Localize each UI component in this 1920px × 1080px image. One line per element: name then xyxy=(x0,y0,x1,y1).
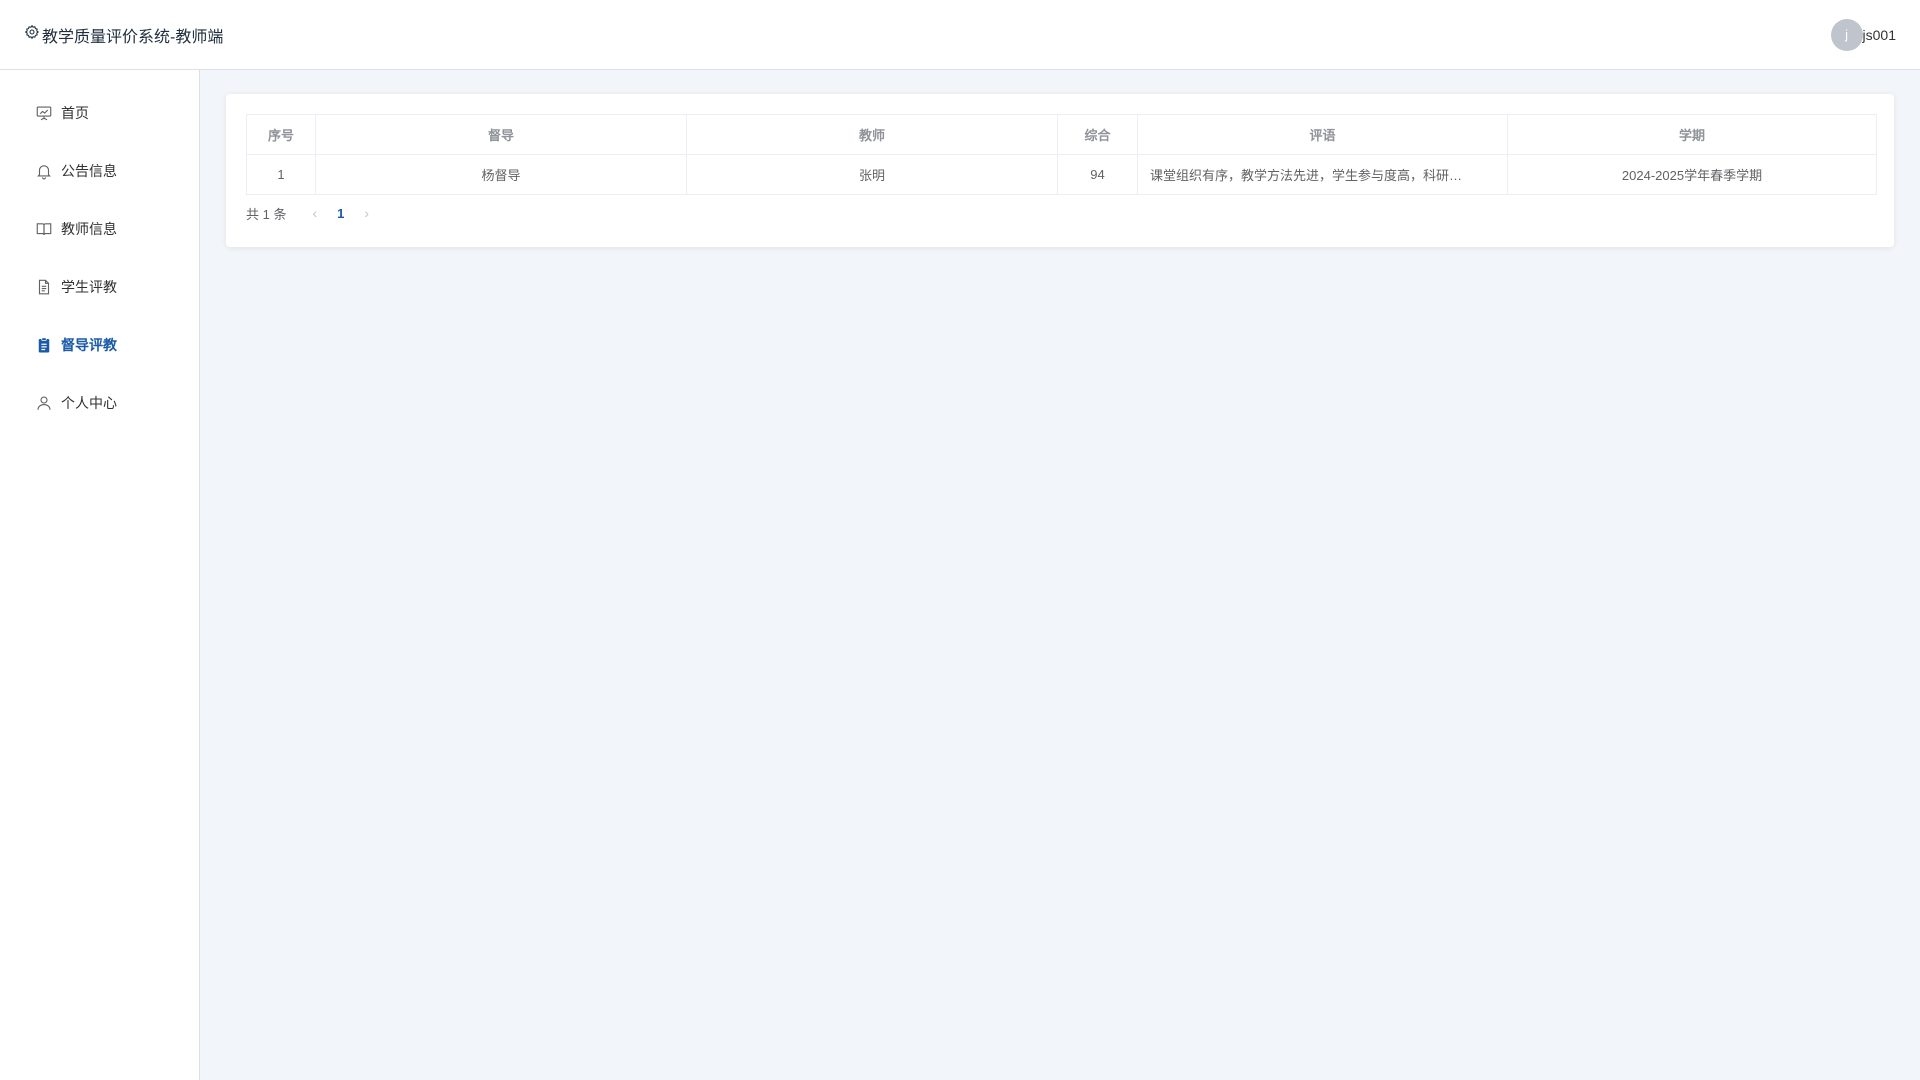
clipboard-icon xyxy=(35,336,53,354)
sidebar: 首页 公告信息 教师信息 学生评教 督导评教 个人中心 xyxy=(0,70,200,1080)
table-row[interactable]: 1 杨督导 张明 94 课堂组织有序，教学方法先进，学生参与度高，科研… 202… xyxy=(246,154,1877,195)
prev-page-button[interactable]: ‹ xyxy=(312,205,317,221)
cell-supervisor: 杨督导 xyxy=(315,154,687,195)
bell-icon xyxy=(35,162,53,180)
cell-score: 94 xyxy=(1057,154,1138,195)
top-header: 教学质量评价系统-教师端 j js001 xyxy=(0,0,1920,70)
username[interactable]: js001 xyxy=(1863,27,1896,43)
user-menu[interactable]: j js001 xyxy=(1830,18,1896,51)
app-brand: 教学质量评价系统-教师端 xyxy=(24,23,223,47)
sidebar-item-announcements[interactable]: 公告信息 xyxy=(0,142,199,200)
document-icon xyxy=(35,278,53,296)
sidebar-item-label: 教师信息 xyxy=(61,221,117,237)
column-header-supervisor[interactable]: 督导 xyxy=(315,114,687,155)
sidebar-item-label: 学生评教 xyxy=(61,279,117,295)
table-header-row: 序号 督导 教师 综合 评语 学期 xyxy=(246,114,1877,155)
app-title: 教学质量评价系统-教师端 xyxy=(42,28,224,46)
column-header-score[interactable]: 综合 xyxy=(1057,114,1138,155)
sidebar-item-label: 督导评教 xyxy=(61,337,117,353)
cell-semester: 2024-2025学年春季学期 xyxy=(1507,154,1877,195)
avatar[interactable]: j xyxy=(1830,18,1863,51)
sidebar-item-label: 首页 xyxy=(61,105,89,121)
cell-comment: 课堂组织有序，教学方法先进，学生参与度高，科研… xyxy=(1137,154,1508,195)
user-icon xyxy=(35,394,53,412)
sidebar-item-home[interactable]: 首页 xyxy=(0,84,199,142)
pagination: 共 1 条 ‹ 1 › xyxy=(246,205,1874,222)
cell-index: 1 xyxy=(246,154,316,195)
column-header-index[interactable]: 序号 xyxy=(246,114,316,155)
cell-teacher: 张明 xyxy=(686,154,1058,195)
next-page-button[interactable]: › xyxy=(364,205,369,221)
book-icon xyxy=(35,220,53,238)
presentation-icon xyxy=(35,104,53,122)
main-content: 序号 督导 教师 综合 评语 学期 1 杨督导 张明 94 课堂组织有序，教学方… xyxy=(200,70,1920,1080)
sidebar-item-personal-center[interactable]: 个人中心 xyxy=(0,374,199,432)
sidebar-item-teacher-info[interactable]: 教师信息 xyxy=(0,200,199,258)
sidebar-item-supervisor-evaluation[interactable]: 督导评教 xyxy=(0,316,199,374)
page-number-current[interactable]: 1 xyxy=(337,206,344,221)
column-header-teacher[interactable]: 教师 xyxy=(686,114,1058,155)
gear-icon xyxy=(24,24,40,45)
sidebar-item-label: 公告信息 xyxy=(61,163,117,179)
sidebar-item-student-evaluation[interactable]: 学生评教 xyxy=(0,258,199,316)
column-header-comment[interactable]: 评语 xyxy=(1137,114,1508,155)
table-card: 序号 督导 教师 综合 评语 学期 1 杨督导 张明 94 课堂组织有序，教学方… xyxy=(226,94,1894,247)
column-header-semester[interactable]: 学期 xyxy=(1507,114,1877,155)
pagination-total: 共 1 条 xyxy=(246,206,287,222)
sidebar-item-label: 个人中心 xyxy=(61,395,117,411)
evaluation-table: 序号 督导 教师 综合 评语 学期 1 杨督导 张明 94 课堂组织有序，教学方… xyxy=(246,114,1877,195)
